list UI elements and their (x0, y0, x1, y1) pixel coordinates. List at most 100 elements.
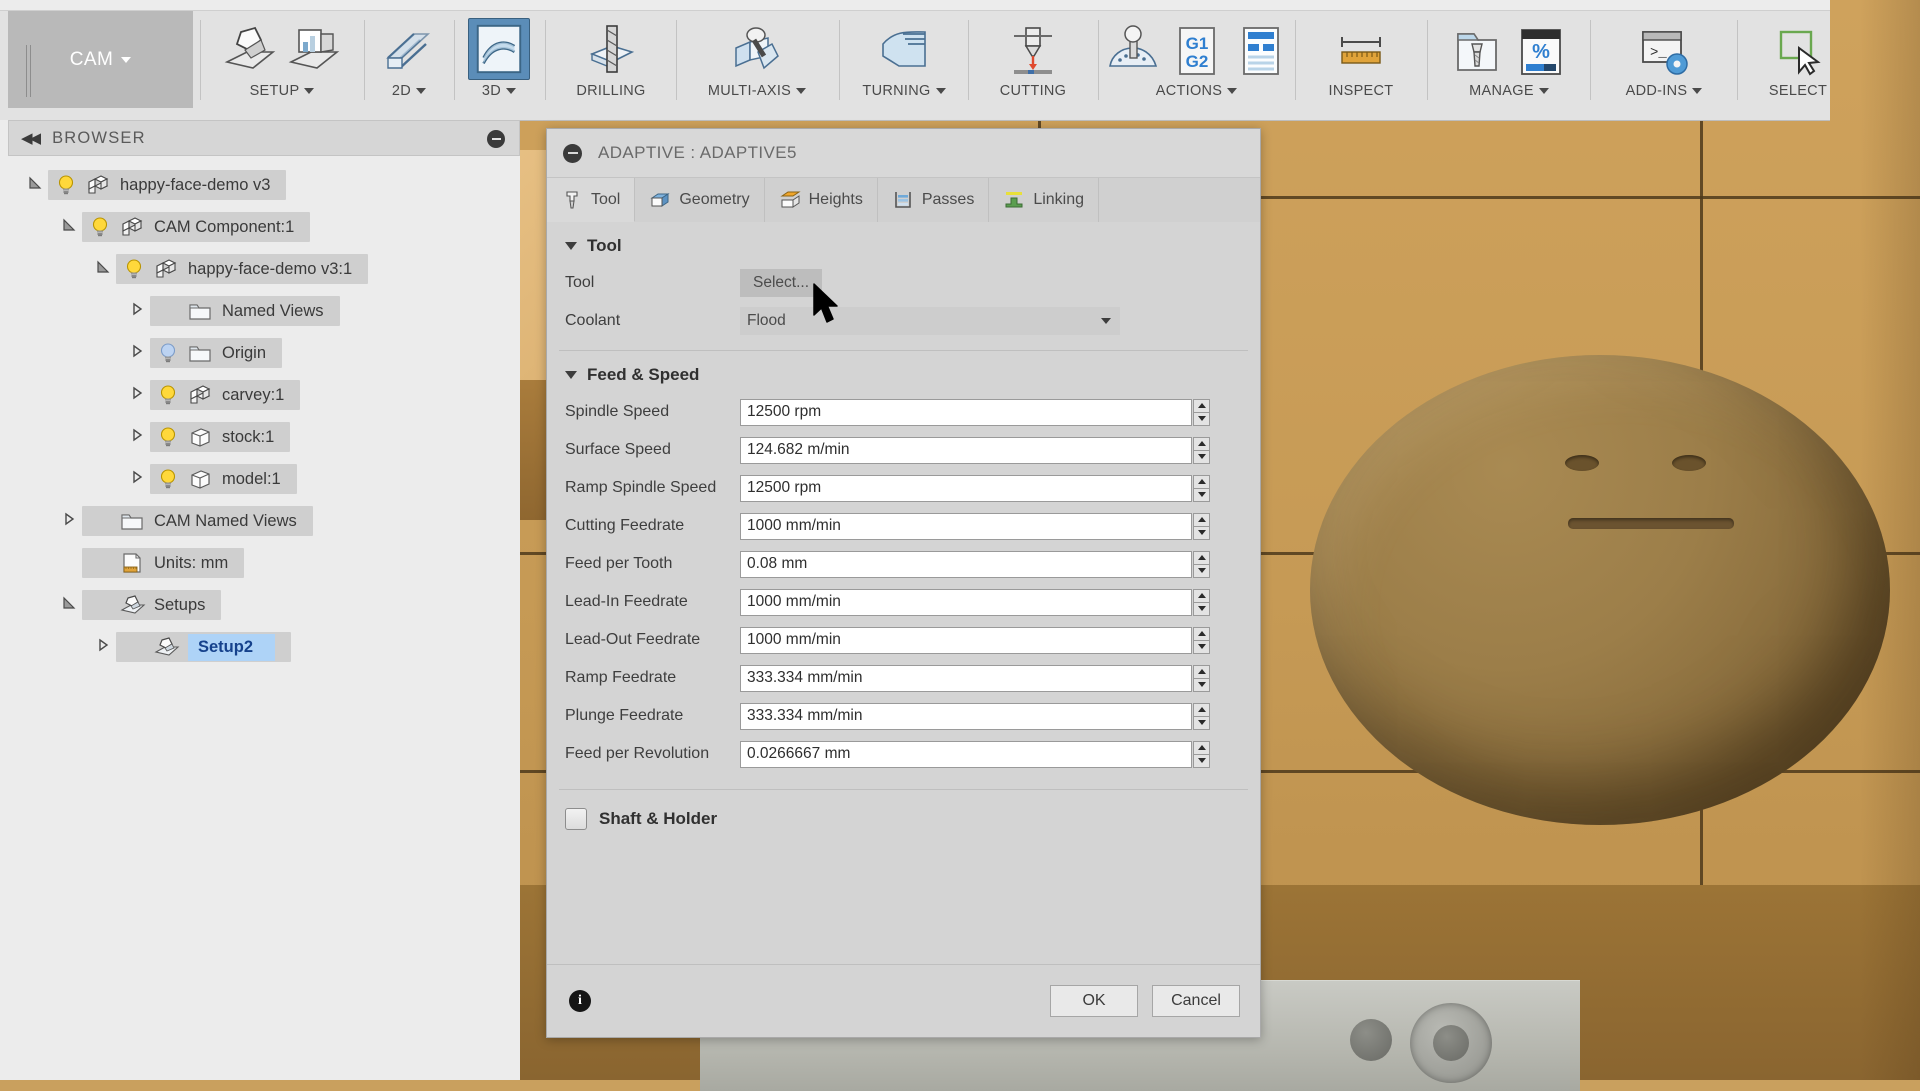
tree-item-carvey-1[interactable]: carvey:1 (0, 374, 520, 416)
spinner-up-feed-per-revolution[interactable] (1193, 740, 1210, 755)
setup-icon[interactable] (221, 22, 279, 80)
spinner-buttons-plunge-feedrate[interactable] (1193, 702, 1210, 730)
spinner-feed-per-tooth[interactable]: 0.08 mm (740, 550, 1210, 578)
input-plunge-feedrate[interactable]: 333.334 mm/min (740, 702, 1192, 730)
spinner-up-surface-speed[interactable] (1193, 436, 1210, 451)
spinner-down-ramp-feedrate[interactable] (1193, 678, 1210, 692)
dialog-tab-heights[interactable]: Heights (765, 178, 878, 222)
tree-item-chip[interactable]: Named Views (150, 296, 340, 326)
input-lead-out-feedrate[interactable]: 1000 mm/min (740, 626, 1192, 654)
spinner-buttons-lead-out-feedrate[interactable] (1193, 626, 1210, 654)
visibility-bulb-icon[interactable] (56, 174, 76, 196)
tree-item-setup2[interactable]: Setup2 (0, 626, 520, 668)
ribbon-panel-label-setup[interactable]: SETUP (250, 83, 315, 99)
spinner-up-ramp-spindle-speed[interactable] (1193, 474, 1210, 489)
spinner-buttons-cutting-feedrate[interactable] (1193, 512, 1210, 540)
spinner-down-feed-per-revolution[interactable] (1193, 754, 1210, 768)
simulate-icon[interactable] (1104, 22, 1162, 80)
tree-item-chip[interactable]: stock:1 (150, 422, 291, 452)
tree-item-happy-face-demo-v3[interactable]: happy-face-demo v3 (0, 164, 520, 206)
collapse-left-icon[interactable]: ◀◀ (21, 129, 41, 147)
tree-twisty-closed-icon[interactable] (124, 301, 150, 322)
spinner-up-ramp-feedrate[interactable] (1193, 664, 1210, 679)
ribbon-panel-label-multi-axis[interactable]: MULTI-AXIS (708, 83, 807, 99)
section-header-tool[interactable]: Tool (547, 222, 1260, 264)
tree-item-stock-1[interactable]: stock:1 (0, 416, 520, 458)
spinner-up-spindle-speed[interactable] (1193, 398, 1210, 413)
ribbon-panel-label-cutting[interactable]: CUTTING (1000, 83, 1067, 99)
visibility-bulb-icon[interactable] (90, 216, 110, 238)
spinner-lead-in-feedrate[interactable]: 1000 mm/min (740, 588, 1210, 616)
spinner-feed-per-revolution[interactable]: 0.0266667 mm (740, 740, 1210, 768)
spinner-ramp-feedrate[interactable]: 333.334 mm/min (740, 664, 1210, 692)
shaft-holder-row[interactable]: Shaft & Holder (547, 790, 1260, 830)
milling-3d-icon[interactable] (468, 18, 530, 80)
tree-item-chip[interactable]: happy-face-demo v3 (48, 170, 287, 200)
spinner-down-cutting-feedrate[interactable] (1193, 526, 1210, 540)
tree-item-chip[interactable]: happy-face-demo v3:1 (116, 254, 369, 284)
multi-axis-icon[interactable] (728, 22, 786, 80)
spinner-buttons-ramp-spindle-speed[interactable] (1193, 474, 1210, 502)
tree-item-chip[interactable]: Setups (82, 590, 222, 620)
setup-sheet-icon[interactable] (1232, 22, 1290, 80)
spinner-cutting-feedrate[interactable]: 1000 mm/min (740, 512, 1210, 540)
tool-select-button[interactable]: Select... (740, 269, 822, 297)
tree-item-chip[interactable]: model:1 (150, 464, 297, 494)
info-icon[interactable]: i (569, 990, 591, 1012)
spinner-spindle-speed[interactable]: 12500 rpm (740, 398, 1210, 426)
spinner-plunge-feedrate[interactable]: 333.334 mm/min (740, 702, 1210, 730)
tree-item-chip[interactable]: Units: mm (82, 548, 245, 578)
dialog-tab-linking[interactable]: Linking (989, 178, 1100, 222)
tree-item-chip[interactable]: CAM Component:1 (82, 212, 311, 242)
tree-twisty-open-icon[interactable] (56, 595, 82, 616)
spinner-down-lead-out-feedrate[interactable] (1193, 640, 1210, 654)
tree-twisty-closed-icon[interactable] (124, 469, 150, 490)
visibility-bulb-icon[interactable] (158, 426, 178, 448)
spinner-buttons-ramp-feedrate[interactable] (1193, 664, 1210, 692)
tree-twisty-open-icon[interactable] (22, 175, 48, 196)
visibility-bulb-icon[interactable] (158, 384, 178, 406)
g1g2-post-process-icon[interactable]: G1 G2 (1168, 22, 1226, 80)
tree-item-setups[interactable]: Setups (0, 584, 520, 626)
dialog-tab-geometry[interactable]: Geometry (635, 178, 765, 222)
tree-item-chip[interactable]: carvey:1 (150, 380, 301, 410)
measure-ruler-icon[interactable] (1332, 22, 1390, 80)
turning-icon[interactable] (875, 22, 933, 80)
setup-folder-icon[interactable] (285, 22, 343, 80)
input-feed-per-tooth[interactable]: 0.08 mm (740, 550, 1192, 578)
spinner-lead-out-feedrate[interactable]: 1000 mm/min (740, 626, 1210, 654)
spinner-buttons-lead-in-feedrate[interactable] (1193, 588, 1210, 616)
minus-circle-icon[interactable] (487, 130, 505, 148)
coolant-dropdown[interactable]: Flood (740, 307, 1120, 335)
tree-item-chip[interactable]: Setup2 (116, 632, 292, 662)
tree-twisty-open-icon[interactable] (90, 259, 116, 280)
input-feed-per-revolution[interactable]: 0.0266667 mm (740, 740, 1192, 768)
tree-twisty-open-icon[interactable] (56, 217, 82, 238)
ribbon-panel-label-add-ins[interactable]: ADD-INS (1626, 83, 1703, 99)
tree-twisty-closed-icon[interactable] (56, 511, 82, 532)
tree-twisty-closed-icon[interactable] (124, 427, 150, 448)
input-ramp-spindle-speed[interactable]: 12500 rpm (740, 474, 1192, 502)
ribbon-panel-label-actions[interactable]: ACTIONS (1156, 83, 1238, 99)
tree-twisty-closed-icon[interactable] (90, 637, 116, 658)
spinner-buttons-feed-per-tooth[interactable] (1193, 550, 1210, 578)
spinner-up-lead-in-feedrate[interactable] (1193, 588, 1210, 603)
visibility-bulb-icon[interactable] (124, 258, 144, 280)
dialog-tab-passes[interactable]: Passes (878, 178, 990, 222)
ribbon-panel-label-manage[interactable]: MANAGE (1469, 83, 1549, 99)
spinner-surface-speed[interactable]: 124.682 m/min (740, 436, 1210, 464)
cutting-icon[interactable] (1004, 22, 1062, 80)
percent-machine-icon[interactable]: % (1512, 22, 1570, 80)
spinner-up-lead-out-feedrate[interactable] (1193, 626, 1210, 641)
tree-item-cam-named-views[interactable]: CAM Named Views (0, 500, 520, 542)
spinner-buttons-surface-speed[interactable] (1193, 436, 1210, 464)
tree-item-chip[interactable]: CAM Named Views (82, 506, 313, 536)
visibility-bulb-icon[interactable] (158, 342, 178, 364)
section-header-feed-speed[interactable]: Feed & Speed (547, 351, 1260, 393)
tree-twisty-closed-icon[interactable] (124, 343, 150, 364)
carved-face-model[interactable] (1310, 355, 1890, 825)
spinner-down-lead-in-feedrate[interactable] (1193, 602, 1210, 616)
tree-item-model-1[interactable]: model:1 (0, 458, 520, 500)
ribbon-panel-label-3d[interactable]: 3D (482, 83, 517, 99)
milling-2d-icon[interactable] (380, 22, 438, 80)
